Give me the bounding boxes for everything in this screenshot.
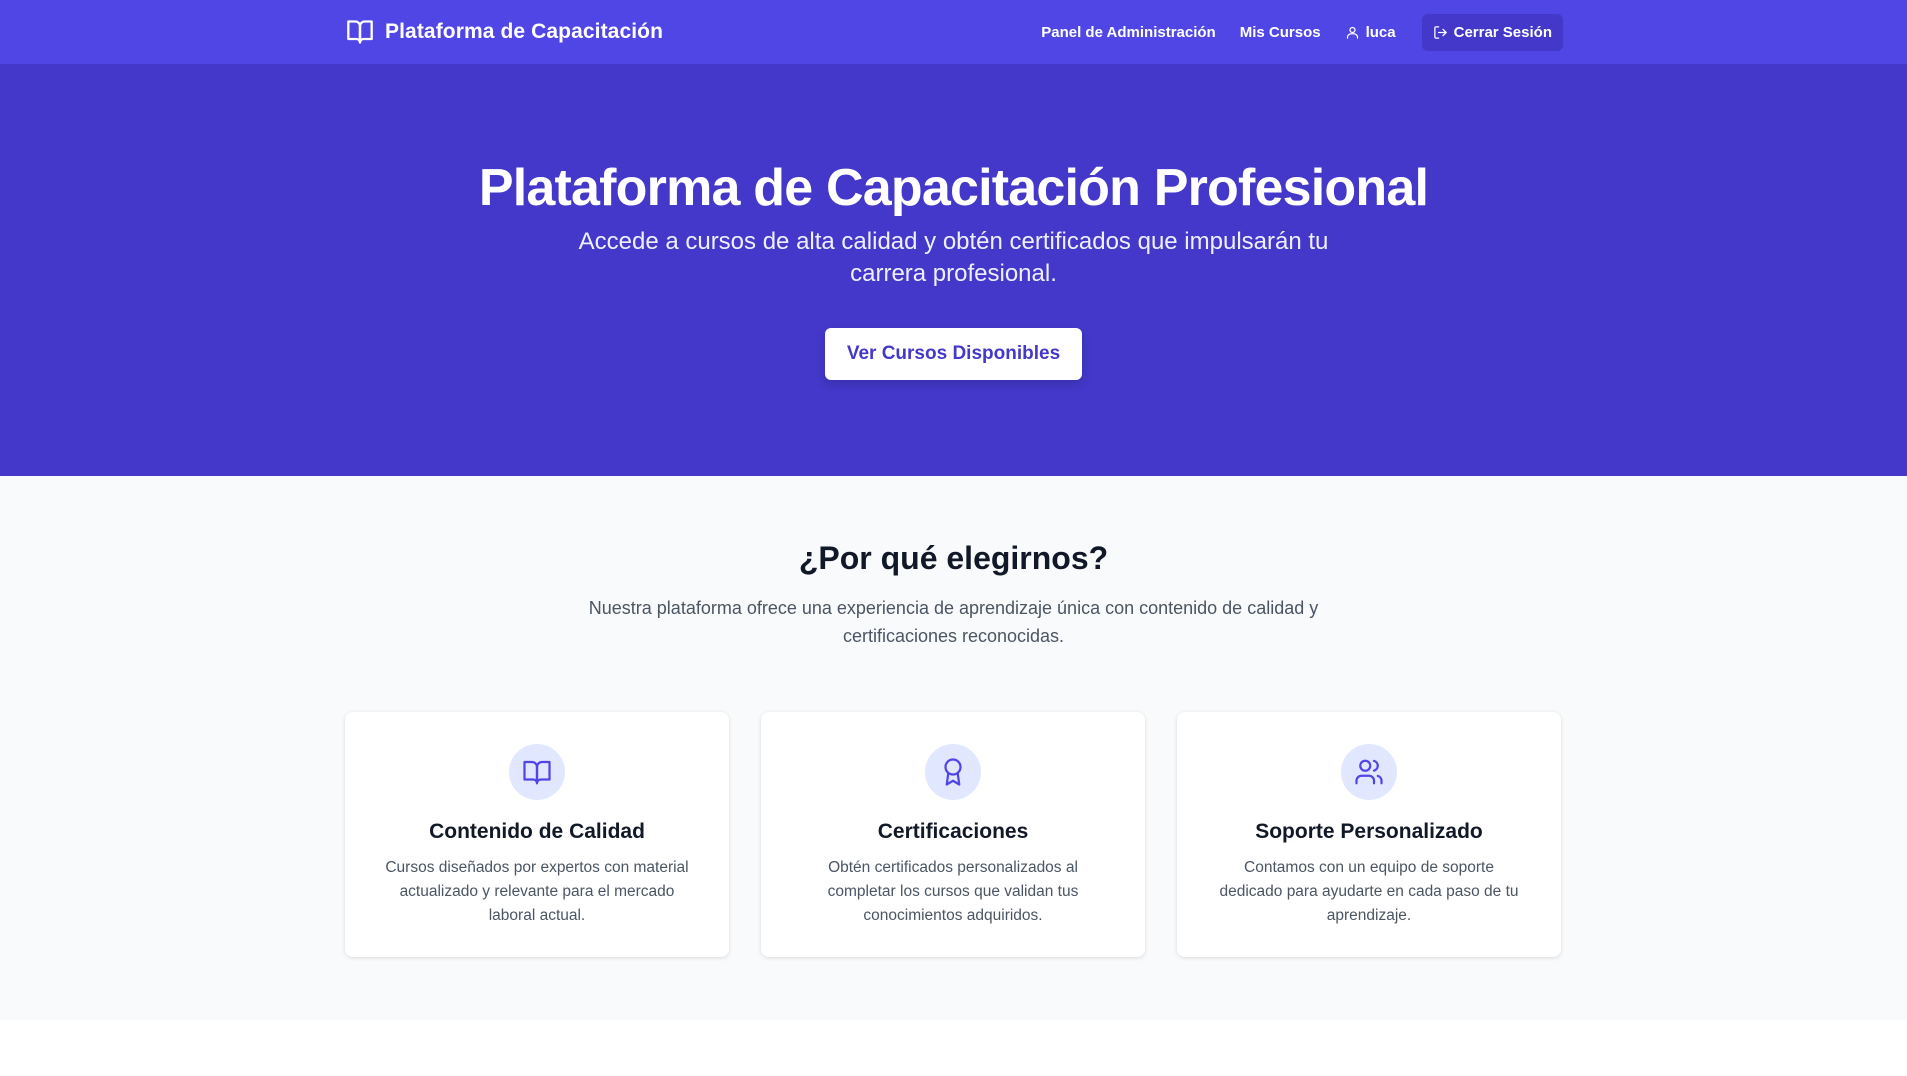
nav-link-admin-panel[interactable]: Panel de Administración: [1041, 24, 1216, 41]
feature-card-title: Soporte Personalizado: [1255, 820, 1483, 843]
hero-title: Plataforma de Capacitación Profesional: [478, 159, 1429, 217]
hero-subtitle: Accede a cursos de alta calidad y obtén …: [578, 228, 1329, 287]
logout-label: Cerrar Sesión: [1453, 23, 1552, 41]
book-open-icon: [509, 744, 565, 800]
navbar: Plataforma de Capacitación Panel de Admi…: [0, 0, 1907, 64]
award-icon: [925, 744, 981, 800]
user-icon: [1345, 25, 1360, 40]
nav-user-profile[interactable]: luca: [1345, 24, 1396, 41]
feature-card-title: Contenido de Calidad: [429, 820, 645, 843]
nav-links: Panel de Administración Mis Cursos luca: [1041, 13, 1563, 51]
feature-card-quality-content: Contenido de Calidad Cursos diseñados po…: [345, 712, 729, 957]
users-icon: [1341, 744, 1397, 800]
feature-card-text: Obtén certificados personalizados al com…: [827, 859, 1079, 924]
feature-card-text: Contamos con un equipo de soporte dedica…: [1219, 859, 1519, 924]
navbar-inner: Plataforma de Capacitación Panel de Admi…: [345, 0, 1563, 64]
feature-cards: Contenido de Calidad Cursos diseñados po…: [345, 712, 1563, 957]
user-name: luca: [1365, 23, 1396, 41]
hero-section: Plataforma de Capacitación Profesional A…: [0, 64, 1907, 476]
book-open-icon: [345, 18, 375, 46]
feature-card-title: Certificaciones: [877, 820, 1029, 843]
page: Plataforma de Capacitación Panel de Admi…: [0, 0, 1907, 1076]
brand-title: Plataforma de Capacitación: [385, 20, 664, 43]
feature-card-certifications: Certificaciones Obtén certificados perso…: [761, 712, 1145, 957]
features-title: ¿Por qué elegirnos?: [798, 540, 1109, 576]
log-out-icon: [1433, 25, 1448, 40]
nav-link-my-courses[interactable]: Mis Cursos: [1240, 24, 1321, 41]
view-courses-button[interactable]: Ver Cursos Disponibles: [825, 328, 1082, 380]
feature-card-personal-support: Soporte Personalizado Contamos con un eq…: [1177, 712, 1561, 957]
brand-link[interactable]: Plataforma de Capacitación: [345, 18, 663, 46]
logout-button[interactable]: Cerrar Sesión: [1421, 13, 1563, 51]
features-description: Nuestra plataforma ofrece una experienci…: [588, 598, 1319, 646]
feature-card-text: Cursos diseñados por expertos con materi…: [385, 859, 689, 924]
features-section: ¿Por qué elegirnos? Nuestra plataforma o…: [0, 476, 1907, 1020]
